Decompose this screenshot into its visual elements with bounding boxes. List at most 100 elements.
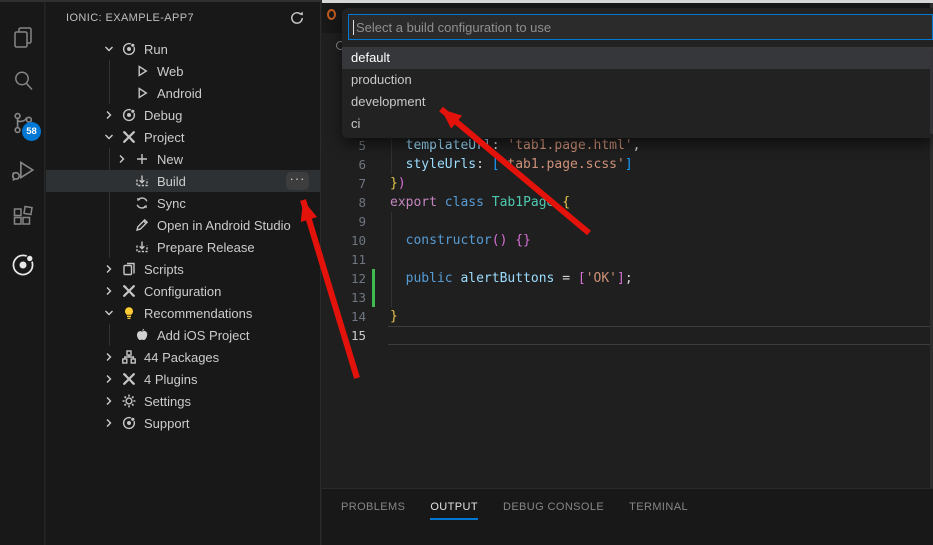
- tree-item-label: Sync: [157, 196, 186, 211]
- tree-item-recommendations[interactable]: Recommendations: [46, 302, 320, 324]
- more-actions-button[interactable]: ···: [286, 172, 309, 190]
- chevron-spacer: [114, 85, 130, 101]
- line-number: 5: [322, 138, 366, 153]
- code-line-6: 6 styleUrls: ['tab1.page.scss']: [322, 155, 933, 174]
- chevron-right-icon[interactable]: [101, 415, 117, 431]
- panel-tab-problems[interactable]: PROBLEMS: [341, 498, 405, 520]
- line-number: 9: [322, 214, 366, 229]
- quickpick-item-default[interactable]: default: [342, 47, 933, 69]
- chevron-down-icon[interactable]: [101, 305, 117, 321]
- tree-item-open-in-android-studio[interactable]: Open in Android Studio: [46, 214, 320, 236]
- line-number: 15: [322, 328, 366, 343]
- search-icon[interactable]: [0, 60, 45, 100]
- tree-item-label: Scripts: [144, 262, 184, 277]
- chevron-right-icon[interactable]: [101, 261, 117, 277]
- pencil-icon: [134, 217, 150, 233]
- code-text: templateUrl: 'tab1.page.html',: [390, 138, 640, 153]
- chevron-right-icon[interactable]: [101, 371, 117, 387]
- ionic-ring-icon: [121, 107, 137, 123]
- tree-item-label: Debug: [144, 108, 182, 123]
- ionic-icon[interactable]: [0, 245, 45, 285]
- tree-item-project[interactable]: Project: [46, 126, 320, 148]
- line-number: 11: [322, 252, 366, 267]
- chevron-spacer: [114, 217, 130, 233]
- code-text: }: [390, 309, 398, 324]
- tools-icon: [121, 371, 137, 387]
- quickpick-input[interactable]: Select a build configuration to use: [348, 14, 933, 40]
- quickpick-item-ci[interactable]: ci: [342, 113, 933, 135]
- quickpick-item-production[interactable]: production: [342, 69, 933, 91]
- chevron-right-icon[interactable]: [101, 107, 117, 123]
- chevron-down-icon[interactable]: [101, 41, 117, 57]
- tree-item-4-plugins[interactable]: 4 Plugins: [46, 368, 320, 390]
- chevron-right-icon[interactable]: [114, 151, 130, 167]
- sidebar-header: IONIC: EXAMPLE-APP7: [46, 0, 320, 36]
- tree-item-new[interactable]: New: [46, 148, 320, 170]
- tree-item-label: Android: [157, 86, 202, 101]
- code-text: styleUrls: ['tab1.page.scss']: [390, 157, 633, 172]
- code-line-11: 11: [322, 250, 933, 269]
- code-line-7: 7}): [322, 174, 933, 193]
- tree-item-label: Add iOS Project: [157, 328, 250, 343]
- chevron-spacer: [114, 195, 130, 211]
- apple-icon: [134, 327, 150, 343]
- top-edge-light: [322, 0, 933, 3]
- tree-item-prepare-release[interactable]: Prepare Release: [46, 236, 320, 258]
- top-edge-dark: [0, 0, 322, 2]
- tree-item-run[interactable]: Run: [46, 38, 320, 60]
- code-line-15: 15: [322, 326, 933, 345]
- tree-item-android[interactable]: Android: [46, 82, 320, 104]
- explorer-icon[interactable]: [0, 17, 45, 57]
- tree-item-build[interactable]: Build···: [46, 170, 320, 192]
- tools-icon: [121, 283, 137, 299]
- vscode-window: 58 IONIC: EXAMPLE-APP7 Run Web Android Debu…: [0, 0, 933, 545]
- tree-item-label: Configuration: [144, 284, 221, 299]
- file-tab-icon: [327, 9, 336, 20]
- tree-item-label: Settings: [144, 394, 191, 409]
- tree-item-add-ios-project[interactable]: Add iOS Project: [46, 324, 320, 346]
- code-indent-guide: [391, 212, 392, 307]
- tree-item-label: New: [157, 152, 183, 167]
- code-text: public alertButtons = ['OK'];: [390, 271, 633, 286]
- tree-item-label: Web: [157, 64, 184, 79]
- tree-item-sync[interactable]: Sync: [46, 192, 320, 214]
- gear-icon: [121, 393, 137, 409]
- quickpick-item-development[interactable]: development: [342, 91, 933, 113]
- tree-item-web[interactable]: Web: [46, 60, 320, 82]
- panel-tab-output[interactable]: OUTPUT: [430, 498, 478, 520]
- project-tree: Run Web Android Debug Project New Build··· Sync…: [46, 38, 320, 434]
- tree-item-label: Recommendations: [144, 306, 252, 321]
- tree-item-44-packages[interactable]: 44 Packages: [46, 346, 320, 368]
- chevron-right-icon[interactable]: [101, 283, 117, 299]
- chevron-spacer: [114, 63, 130, 79]
- panel-tab-terminal[interactable]: TERMINAL: [629, 498, 688, 520]
- code-line-12: 12 public alertButtons = ['OK'];: [322, 269, 933, 288]
- refresh-icon[interactable]: [286, 7, 308, 29]
- panel-tab-debug-console[interactable]: DEBUG CONSOLE: [503, 498, 604, 520]
- chevron-spacer: [114, 173, 130, 189]
- tree-item-settings[interactable]: Settings: [46, 390, 320, 412]
- quickpick-placeholder: Select a build configuration to use: [356, 20, 551, 35]
- extensions-icon[interactable]: [0, 196, 45, 236]
- run-debug-icon[interactable]: [0, 150, 45, 190]
- gutter-change-indicator: [372, 269, 375, 307]
- line-number: 13: [322, 290, 366, 305]
- tree-item-support[interactable]: Support: [46, 412, 320, 434]
- text-caret: [353, 20, 354, 35]
- line-number: 10: [322, 233, 366, 248]
- code-line-9: 9: [322, 212, 933, 231]
- tree-item-debug[interactable]: Debug: [46, 104, 320, 126]
- panel-tabs: PROBLEMS OUTPUT DEBUG CONSOLE TERMINAL: [322, 489, 933, 520]
- activity-bar: 58: [0, 0, 45, 545]
- chevron-right-icon[interactable]: [101, 393, 117, 409]
- chevron-right-icon[interactable]: [101, 349, 117, 365]
- files-icon: [121, 261, 137, 277]
- tree-item-scripts[interactable]: Scripts: [46, 258, 320, 280]
- tree-item-label: 44 Packages: [144, 350, 219, 365]
- ionic-ring-icon: [121, 415, 137, 431]
- chevron-down-icon[interactable]: [101, 129, 117, 145]
- code-indent-guide: [391, 136, 392, 174]
- tree-item-configuration[interactable]: Configuration: [46, 280, 320, 302]
- line-number: 12: [322, 271, 366, 286]
- code-line-14: 14}: [322, 307, 933, 326]
